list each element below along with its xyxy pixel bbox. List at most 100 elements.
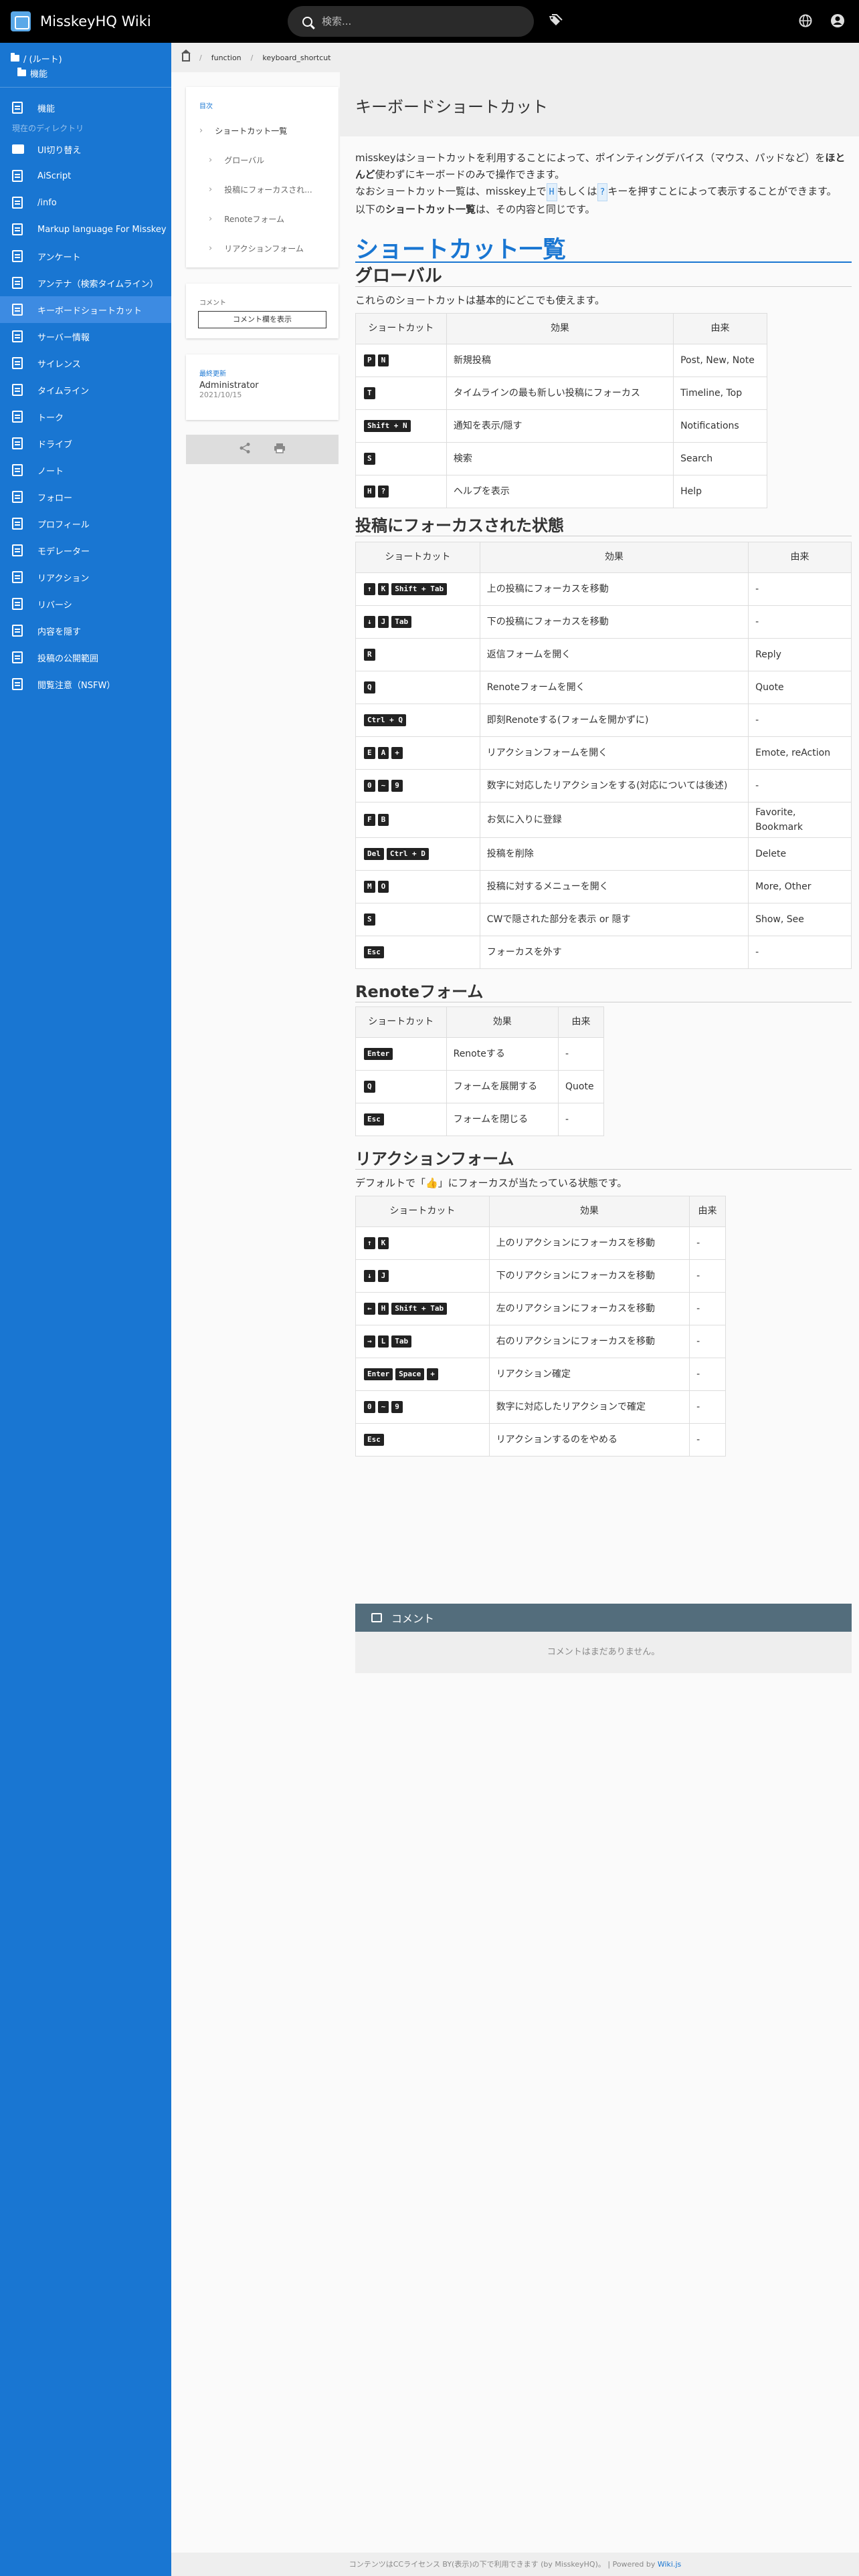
key-badge: ↑ — [364, 583, 375, 595]
effect-cell: 検索 — [446, 442, 674, 475]
wiki-logo-icon[interactable] — [11, 11, 31, 31]
key-badge: Shift + N — [364, 420, 411, 432]
heading-shortcut-list: ショートカット一覧 — [355, 239, 852, 263]
heading-focus: 投稿にフォーカスされた状態 — [355, 518, 852, 536]
search-input[interactable] — [322, 15, 509, 27]
table-row: Enter Space + リアクション確定 - — [355, 1358, 726, 1391]
sidebar-item[interactable]: サーバー情報 — [0, 323, 171, 350]
sidebar-item[interactable]: プロフィール — [0, 510, 171, 537]
sidebar-item[interactable]: アンケート — [0, 243, 171, 270]
sidebar-item[interactable]: トーク — [0, 403, 171, 430]
sidebar-item[interactable]: /info — [0, 189, 171, 216]
table-row: H? ヘルプを表示 Help — [355, 475, 767, 508]
sidebar-item[interactable]: 内容を隠す — [0, 617, 171, 644]
print-icon[interactable] — [274, 442, 286, 457]
origin-cell: - — [748, 605, 852, 639]
share-bar — [186, 435, 339, 464]
toc-item[interactable]: › 投稿にフォーカスされ... — [186, 175, 339, 204]
effect-cell: 下のリアクションにフォーカスを移動 — [488, 1259, 690, 1293]
table-row: R 返信フォームを開く Reply — [355, 638, 852, 671]
home-icon[interactable] — [181, 49, 191, 62]
sidebar-item[interactable]: AiScript — [0, 163, 171, 189]
origin-cell: - — [689, 1390, 726, 1424]
key-badge: R — [364, 649, 375, 661]
toc-item[interactable]: › ショートカット一覧 — [186, 116, 339, 145]
table-header-effect: 効果 — [446, 313, 674, 344]
sidebar-item[interactable]: サイレンス — [0, 350, 171, 377]
sidebar-item[interactable]: ノート — [0, 457, 171, 484]
sidebar-item-label: AiScript — [37, 171, 72, 181]
comments-card: コメント コメント欄を表示 — [186, 284, 339, 338]
key-badge: Esc — [364, 1434, 384, 1446]
sidebar-item[interactable]: モデレーター — [0, 537, 171, 564]
key-badge: → — [364, 1335, 375, 1348]
comment-icon — [371, 1613, 382, 1622]
key-badge: H — [377, 1303, 389, 1315]
origin-cell: Favorite, Bookmark — [748, 802, 852, 838]
language-globe-icon[interactable] — [797, 13, 814, 29]
origin-cell: - — [748, 769, 852, 802]
sidebar-root-link[interactable]: / (ルート) — [0, 51, 171, 66]
key-badge: Shift + Tab — [391, 583, 448, 595]
effect-cell: フォーカスを外す — [479, 936, 749, 969]
share-icon[interactable] — [239, 442, 251, 457]
footer-wikijs-link[interactable]: Wiki.js — [658, 2560, 681, 2569]
sidebar-item-function[interactable]: 機能 — [0, 94, 171, 121]
site-title[interactable]: MisskeyHQ Wiki — [40, 13, 151, 29]
breadcrumb-item-current[interactable]: keyboard_shortcut — [262, 53, 330, 62]
origin-cell: - — [558, 1037, 604, 1071]
heading-renote: Renoteフォーム — [355, 984, 852, 1002]
doc-icon — [12, 304, 23, 316]
toc-item[interactable]: › Renoteフォーム — [186, 204, 339, 233]
sidebar-item[interactable]: フォロー — [0, 484, 171, 510]
table-row: Shift + N 通知を表示/隠す Notifications — [355, 409, 767, 443]
sidebar-item[interactable]: リバーシ — [0, 591, 171, 617]
table-row: F B お気に入りに登録 Favorite, Bookmark — [355, 802, 852, 838]
sidebar-item[interactable]: タイムライン — [0, 377, 171, 403]
table-row: P N 新規投稿 Post, New, Note — [355, 344, 767, 377]
sidebar-item[interactable]: ドライブ — [0, 430, 171, 457]
effect-cell: タイムラインの最も新しい投稿にフォーカス — [446, 377, 674, 410]
sidebar-item[interactable]: 閲覧注意（NSFW） — [0, 671, 171, 697]
key-badge: O — [377, 881, 389, 893]
key-badge: H — [364, 486, 375, 498]
focus-shortcut-table: ショートカット 効果 由来 ↑ K Shift + Tab 上の投稿にフォーカスを移動 - ↓ J… — [355, 542, 852, 969]
tags-icon[interactable] — [547, 13, 563, 29]
key-badge: J — [377, 1270, 389, 1282]
sidebar-item[interactable]: アンテナ（検索タイムライン） — [0, 270, 171, 296]
doc-icon — [12, 625, 23, 637]
toc-item[interactable]: › リアクションフォーム — [186, 233, 339, 263]
doc-icon — [12, 223, 23, 235]
sidebar-item[interactable]: キーボードショートカット — [0, 296, 171, 323]
key-badge: Space — [395, 1368, 425, 1380]
effect-cell: 新規投稿 — [446, 344, 674, 377]
sidebar-item-label: UI切り替え — [37, 145, 82, 156]
breadcrumb-item-function[interactable]: function — [211, 53, 242, 62]
search-box[interactable] — [288, 6, 534, 37]
effect-cell: 即刻Renoteする(フォームを開かずに) — [479, 704, 749, 737]
effect-cell: 投稿を削除 — [479, 837, 749, 871]
sidebar-item-label: リバーシ — [37, 600, 72, 611]
origin-cell: Search — [673, 442, 767, 475]
renote-shortcut-table: ショートカット 効果 由来 Enter Renoteする - Q フォームを展開する Quote… — [355, 1006, 604, 1136]
sidebar-item[interactable]: Markup language For Misskey — [0, 216, 171, 243]
sidebar-parent-link[interactable]: 機能 — [0, 66, 171, 80]
last-edit-date: 2021/10/15 — [199, 391, 242, 399]
effect-cell: 上の投稿にフォーカスを移動 — [479, 572, 749, 606]
inline-key: H — [546, 183, 557, 201]
key-badge: L — [377, 1335, 389, 1348]
doc-icon — [12, 197, 23, 209]
toc-item-label: ショートカット一覧 — [215, 126, 288, 136]
toc-item[interactable]: › グローバル — [186, 145, 339, 175]
last-edit-author: Administrator — [199, 381, 259, 391]
key-badge: Tab — [391, 616, 412, 628]
shortcut-cell: 0 ~9 — [355, 1390, 490, 1424]
sidebar-item[interactable]: UI切り替え — [0, 136, 171, 163]
show-comments-button[interactable]: コメント欄を表示 — [198, 311, 326, 328]
effect-cell: リアクションするのをやめる — [488, 1423, 690, 1457]
sidebar-item[interactable]: リアクション — [0, 564, 171, 591]
account-icon[interactable] — [830, 13, 846, 29]
sidebar-item[interactable]: 投稿の公開範囲 — [0, 644, 171, 671]
key-badge: A — [377, 747, 389, 759]
table-header-origin: 由来 — [748, 542, 852, 573]
